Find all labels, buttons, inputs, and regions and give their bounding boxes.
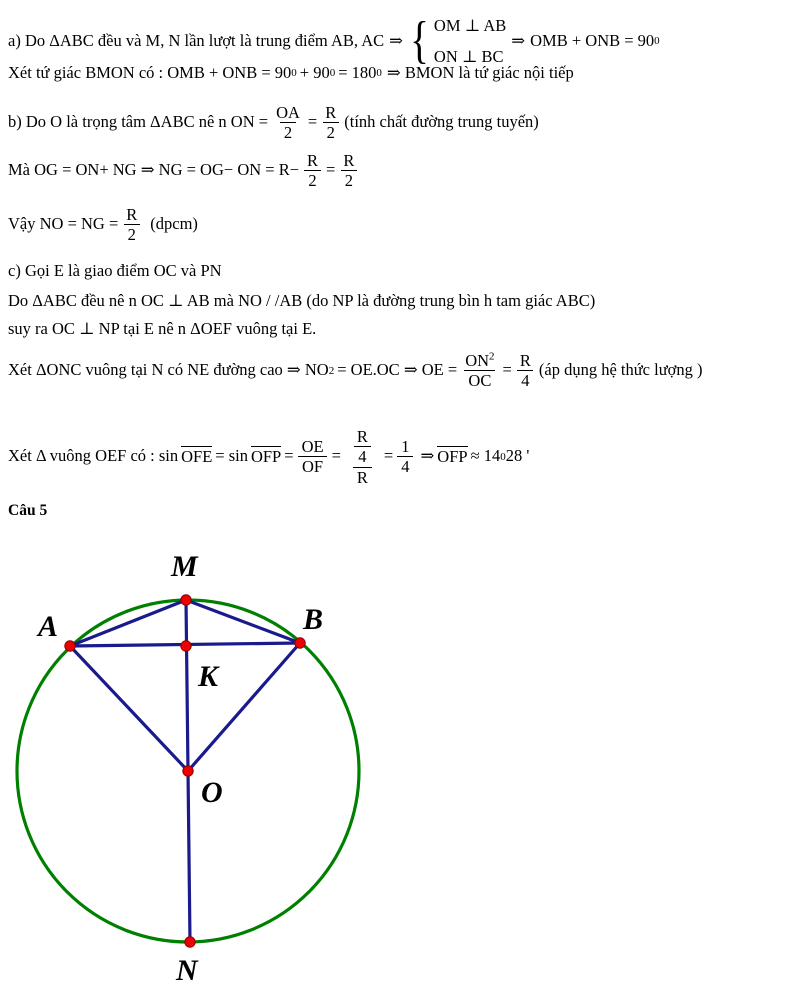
point-label-a: A	[36, 610, 58, 643]
fraction-rover4-over-r: R 4 R	[345, 428, 380, 486]
quad-text-2: + 90	[299, 63, 330, 82]
onc-tail: (áp dụng hệ thức lượng )	[538, 360, 703, 380]
point-m	[180, 594, 192, 606]
part-b-equals: =	[307, 112, 318, 132]
point-b	[294, 637, 306, 649]
point-label-k: K	[197, 660, 220, 693]
fraction-oe-over-of: OE OF	[298, 438, 328, 476]
fraction-denominator: 4	[517, 370, 534, 390]
oef-text-4: ⇒	[420, 446, 435, 466]
solution-line-onc: Xét ΔONC vuông tại N có NE đường cao ⇒ N…	[8, 350, 703, 391]
geometry-figure-svg: M A B K O N	[15, 550, 361, 987]
fraction-numerator: OA	[276, 103, 300, 122]
fraction-numerator: OE	[301, 437, 324, 457]
question-heading-label: Câu 5	[8, 502, 48, 519]
fraction-r-over-2-c: R 2	[122, 206, 141, 244]
fraction-numerator-exponent: 2	[489, 350, 495, 363]
fraction-denominator: 2	[322, 122, 339, 142]
vay-lead: Vậy NO = NG =	[8, 214, 119, 234]
fraction-denominator: OC	[464, 370, 496, 390]
fraction-numerator-base: ON	[465, 351, 490, 370]
part-a-conclusion: OMB + ONB = 90	[530, 30, 655, 50]
part-a-arrow-2: ⇒	[511, 30, 526, 50]
fraction-denominator: 2	[123, 224, 140, 244]
point-n	[184, 936, 196, 948]
fraction-numerator: ON2	[461, 350, 498, 370]
point-label-o: O	[201, 776, 223, 809]
onc-equals: =	[502, 360, 512, 380]
oef-text-6: 28 '	[505, 446, 530, 466]
quad-text-1: Xét tứ giác BMON có : OMB + ONB = 90	[8, 63, 292, 82]
fraction-numerator: R	[356, 427, 368, 446]
point-o	[182, 765, 194, 777]
fraction-denominator: 4	[397, 456, 414, 476]
fraction-r-over-2: R 2	[321, 104, 340, 142]
part-c-lead: c) Gọi E là giao điểm OC và PN	[8, 261, 222, 280]
fraction-r-over-2-a: R 2	[303, 152, 322, 190]
angle-ofp-2: OFP	[437, 446, 468, 467]
fraction-denominator: OF	[298, 456, 328, 476]
point-a	[64, 640, 76, 652]
geometry-figure: M A B K O N	[0, 540, 420, 998]
fraction-1-over-4: 1 4	[397, 437, 414, 476]
fraction-r-over-2-b: R 2	[339, 152, 358, 190]
solution-line-ma: Mà OG = ON+ NG ⇒ NG = OG− ON = R− R 2 = …	[8, 152, 362, 190]
oef-text-2: = sin	[215, 446, 248, 466]
ma-lead: Mà OG = ON+ NG ⇒ NG = OG− ON = R−	[8, 160, 300, 180]
quad-text-4: ⇒ BMON là tứ giác nội tiếp	[386, 63, 574, 82]
fraction-denominator: 2	[279, 122, 297, 142]
fraction-denominator: 4	[354, 446, 371, 466]
fraction-r-over-4: R 4	[516, 352, 535, 390]
fraction-oa-over-2: OA 2	[272, 104, 304, 142]
solution-line-part-c: c) Gọi E là giao điểm OC và PN	[8, 261, 222, 281]
part-a-lead: a) Do ΔABC đều và M, N lần lượt là trung…	[8, 30, 385, 50]
system-row-1: OM ⊥ AB	[433, 16, 507, 35]
inner-fraction-r-over-4: R 4	[353, 428, 372, 466]
solution-line-vay: Vậy NO = NG = R 2 (dpcm)	[8, 206, 198, 244]
fraction-numerator: R	[343, 151, 355, 170]
part-a-arrow: ⇒	[389, 30, 403, 50]
fraction-denominator: 2	[304, 170, 321, 190]
onc-text-1: Xét ΔONC vuông tại N có NE đường cao ⇒ N…	[8, 360, 329, 380]
oef-text-3: =	[284, 446, 294, 466]
oef-text-5: ≈ 14	[470, 446, 501, 466]
solution-line-oef: Xét Δ vuông OEF có : sin OFE = sin OFP =…	[8, 427, 530, 487]
oef-equals-2: =	[383, 446, 394, 466]
point-k	[180, 640, 192, 652]
solution-line-do: Do ΔABC đều nê n OC ⊥ AB mà NO / /AB (do…	[8, 291, 596, 311]
point-label-b: B	[302, 603, 323, 636]
oef-text-1: Xét Δ vuông OEF có : sin	[8, 446, 179, 466]
fraction-numerator: R 4	[345, 428, 380, 467]
part-b-tail: (tính chất đường trung tuyến)	[344, 112, 539, 132]
fraction-numerator: R	[307, 151, 319, 170]
fraction-numerator: R	[325, 103, 337, 122]
ma-equals: =	[326, 160, 336, 180]
angle-ofe: OFE	[181, 446, 213, 467]
fraction-numerator: 1	[401, 437, 410, 457]
vay-tail: (dpcm)	[150, 214, 198, 234]
part-b-lead: b) Do O là trọng tâm ΔABC nê n ON =	[8, 112, 269, 132]
fraction-on2-over-oc: ON2 OC	[461, 350, 498, 390]
onc-text-2: = OE.OC ⇒ OE =	[337, 360, 458, 380]
do-text: Do ΔABC đều nê n OC ⊥ AB mà NO / /AB (do…	[8, 291, 596, 310]
segment-MB	[184, 598, 302, 645]
fraction-numerator: R	[126, 205, 138, 224]
solution-line-suyra: suy ra OC ⊥ NP tại E nê n ΔOEF vuông tại…	[8, 319, 317, 339]
point-label-m: M	[170, 550, 199, 583]
question-heading: Câu 5	[8, 502, 47, 520]
segment-AO	[68, 644, 190, 773]
segment-MA	[68, 598, 188, 648]
fraction-denominator: 2	[340, 170, 357, 190]
oef-equals-1: =	[331, 446, 341, 466]
left-brace-icon: {	[410, 12, 429, 70]
solution-line-quadrilateral: Xét tứ giác BMON có : OMB + ONB = 90 0 + …	[8, 63, 574, 82]
angle-ofp-1: OFP	[250, 446, 282, 467]
solution-line-part-b: b) Do O là trọng tâm ΔABC nê n ON = OA 2…	[8, 104, 539, 142]
fraction-numerator: R	[519, 351, 531, 370]
quad-text-3: = 180	[338, 63, 377, 82]
suyra-text: suy ra OC ⊥ NP tại E nê n ΔOEF vuông tại…	[8, 319, 317, 338]
fraction-denominator: R	[352, 466, 372, 486]
point-label-n: N	[175, 954, 199, 987]
